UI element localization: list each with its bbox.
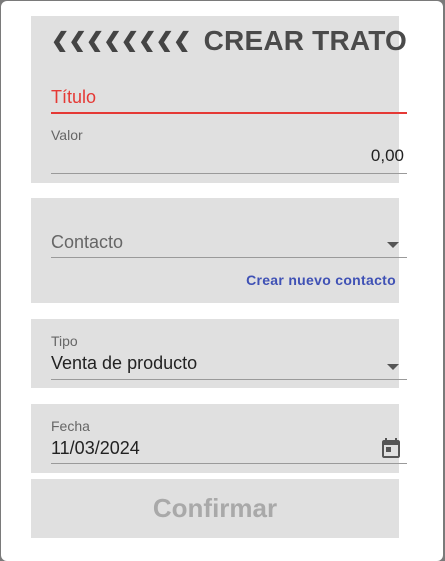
type-select[interactable]: Venta de producto: [51, 353, 197, 374]
calendar-icon[interactable]: [379, 436, 403, 460]
title-input[interactable]: Título: [51, 87, 96, 108]
value-input-underline: [51, 173, 407, 174]
contact-dropdown-icon[interactable]: [387, 242, 399, 248]
chevron-left-icon: ❮: [85, 30, 105, 52]
value-input[interactable]: 0,00: [371, 146, 404, 166]
back-button[interactable]: ❮ ❮ ❮ ❮ ❮ ❮ ❮ ❮ ❮: [51, 30, 191, 52]
chevron-left-icon: ❮: [103, 30, 122, 52]
chevron-left-icon: ❮: [138, 30, 157, 52]
contact-select[interactable]: Contacto: [51, 232, 123, 253]
chevron-left-icon: ❮: [155, 30, 175, 52]
confirm-button[interactable]: Confirmar: [31, 479, 399, 538]
page-title: CREAR TRATO: [203, 25, 407, 56]
date-input-underline: [51, 463, 407, 464]
chevron-left-icon: ❮: [191, 30, 192, 52]
chevron-left-icon: ❮: [120, 30, 140, 52]
dialog-header: ❮ ❮ ❮ ❮ ❮ ❮ ❮ ❮ ❮ CREAR TRATO: [51, 23, 407, 59]
create-contact-link[interactable]: Crear nuevo contacto: [246, 272, 396, 288]
type-label: Tipo: [51, 333, 78, 349]
title-input-underline: [51, 112, 407, 114]
create-deal-dialog: ❮ ❮ ❮ ❮ ❮ ❮ ❮ ❮ ❮ CREAR TRATO Título Val…: [1, 1, 443, 561]
date-label: Fecha: [51, 418, 90, 434]
type-dropdown-icon[interactable]: [387, 364, 399, 370]
chevron-left-icon: ❮: [173, 30, 191, 52]
date-input[interactable]: 11/03/2024: [51, 438, 140, 459]
contact-select-underline: [51, 257, 407, 258]
chevron-left-icon: ❮: [51, 30, 70, 52]
type-select-underline: [51, 379, 407, 380]
chevron-left-icon: ❮: [68, 30, 87, 52]
value-label: Valor: [51, 127, 83, 143]
